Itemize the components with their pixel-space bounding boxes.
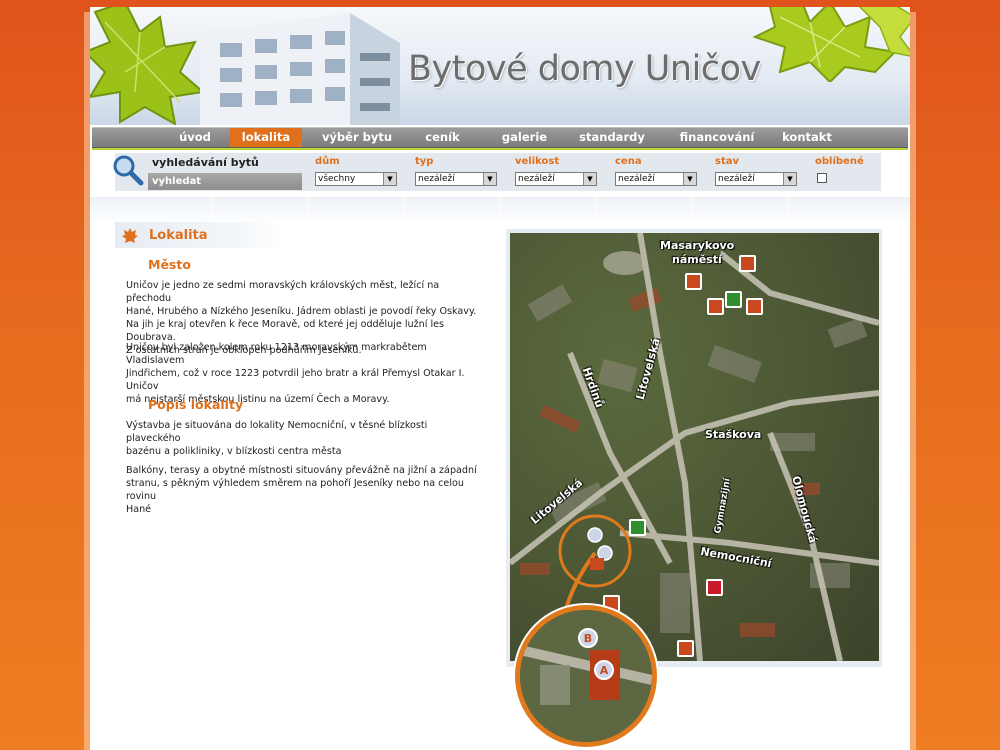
nav-divider: [92, 148, 908, 150]
text-line: Hané: [126, 503, 152, 515]
heading-popis-lokality: Popis lokality: [148, 397, 244, 412]
zoom-detail-image: B A: [520, 610, 652, 742]
page: Bytové domy Uničov úvod lokalita výběr b…: [90, 7, 910, 750]
building-icon[interactable]: [685, 273, 702, 290]
hospital-icon[interactable]: [706, 579, 723, 596]
text-line: bazénu a polikliniky, v blízkosti centra…: [126, 445, 342, 457]
filter-value-velikost: nezáleží: [518, 174, 555, 184]
nav-item-financovani[interactable]: financování: [667, 128, 767, 147]
nav-item-uvod[interactable]: úvod: [160, 128, 230, 147]
filter-label-dum: dům: [315, 156, 340, 167]
filter-select-cena[interactable]: nezáleží ▼: [615, 172, 697, 186]
text-line: Hané, Hrubého a Nízkého Jeseníku. Jádrem…: [126, 305, 477, 317]
filter-select-typ[interactable]: nezáleží ▼: [415, 172, 497, 186]
filter-value-cena: nezáleží: [618, 174, 655, 184]
filter-label-cena: cena: [615, 156, 642, 167]
paragraph-popis-2: Balkóny, terasy a obytné místnosti situo…: [126, 465, 481, 517]
heading-mesto: Město: [148, 257, 191, 272]
nav-item-standardy[interactable]: standardy: [567, 128, 657, 147]
main-nav: úvod lokalita výběr bytu ceník galerie s…: [92, 127, 908, 148]
nav-item-kontakt[interactable]: kontakt: [767, 128, 847, 147]
map-streets-image: [510, 233, 879, 661]
filter-value-typ: nezáleží: [418, 174, 455, 184]
nav-item-cenik[interactable]: ceník: [410, 128, 475, 147]
chevron-down-icon: ▼: [483, 173, 496, 185]
text-line: Uničov byl založen kolem roku 1213 morav…: [126, 342, 427, 366]
chevron-down-icon: ▼: [383, 173, 396, 185]
street-label: Staškova: [705, 428, 762, 441]
filter-label-stav: stav: [715, 156, 739, 167]
filter-value-dum: všechny: [318, 174, 356, 184]
section-header: Lokalita: [115, 222, 285, 248]
nav-item-vyber-bytu[interactable]: výběr bytu: [312, 128, 402, 147]
chevron-down-icon: ▼: [583, 173, 596, 185]
filter-label-velikost: velikost: [515, 156, 560, 167]
header-banner: Bytové domy Uničov: [90, 7, 910, 125]
search-panel: vyhledávání bytů vyhledat dům všechny ▼ t…: [113, 153, 881, 191]
text-line: stranu, s pěkným výhledem směrem na poho…: [126, 477, 464, 502]
nav-item-lokalita[interactable]: lokalita: [230, 128, 302, 147]
page-shadow-right: [910, 12, 916, 750]
map-zoom-detail: B A: [515, 605, 657, 747]
filter-label-typ: typ: [415, 156, 434, 167]
chevron-down-icon: ▼: [683, 173, 696, 185]
filter-value-stav: nezáleží: [718, 174, 755, 184]
building-image: [200, 13, 400, 125]
maple-leaves-right-image: [752, 7, 910, 82]
marker-b-label: B: [584, 632, 592, 645]
section-title: Lokalita: [149, 228, 208, 243]
marker-a-label: A: [600, 664, 609, 677]
location-map[interactable]: Masarykovo náměstí Litovelská Hrdinů Sta…: [510, 233, 879, 661]
street-label: Masarykovo: [660, 239, 735, 252]
maple-leaves-left-image: [90, 7, 206, 125]
pharmacy-icon[interactable]: [629, 519, 646, 536]
crossed-icon[interactable]: [707, 298, 724, 315]
paragraph-popis-1: Výstavba je situována do lokality Nemocn…: [126, 420, 481, 459]
site-title: Bytové domy Uničov: [408, 49, 761, 89]
nav-item-galerie[interactable]: galerie: [487, 128, 562, 147]
sport-icon[interactable]: [677, 640, 694, 657]
search-button[interactable]: vyhledat: [148, 173, 302, 190]
filter-select-dum[interactable]: všechny ▼: [315, 172, 397, 186]
maple-leaf-icon: [122, 228, 138, 243]
filter-label-oblibene: oblíbené: [815, 156, 864, 167]
filter-select-velikost[interactable]: nezáleží ▼: [515, 172, 597, 186]
chevron-down-icon: ▼: [783, 173, 796, 185]
restaurant-icon[interactable]: [739, 255, 756, 272]
text-line: Jindřichem, což v roce 1223 potvrdil jeh…: [126, 367, 465, 392]
text-line: Balkóny, terasy a obytné místnosti situo…: [126, 465, 477, 476]
search-title: vyhledávání bytů: [152, 156, 259, 169]
text-line: Uničov je jedno ze sedmi moravských král…: [126, 280, 440, 304]
pharmacy-icon[interactable]: [725, 291, 742, 308]
favorite-checkbox[interactable]: [817, 173, 827, 183]
text-line: Výstavba je situována do lokality Nemocn…: [126, 420, 428, 444]
magnifier-icon: [113, 155, 144, 186]
text-line: Na jih je kraj otevřen k řece Moravě, od…: [126, 318, 445, 343]
decorative-stripe: [90, 197, 910, 225]
crossed-icon[interactable]: [746, 298, 763, 315]
filter-select-stav[interactable]: nezáleží ▼: [715, 172, 797, 186]
street-label: náměstí: [672, 253, 722, 266]
